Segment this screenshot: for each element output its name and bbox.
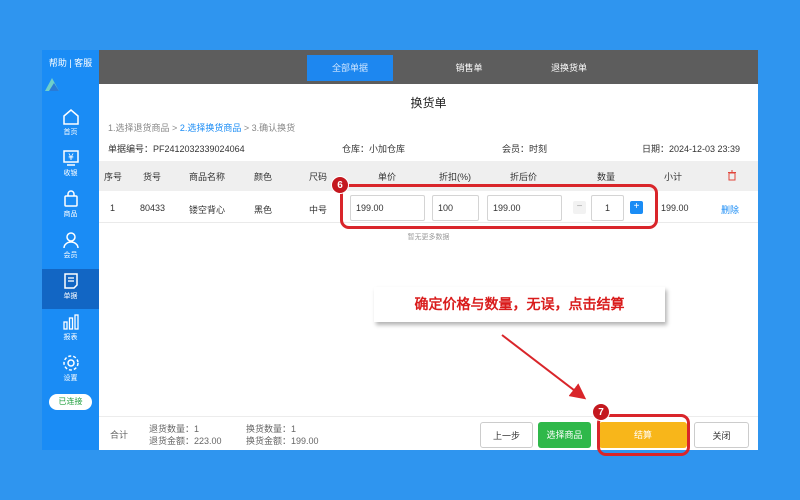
pointer-arrow-icon [501,334,587,400]
